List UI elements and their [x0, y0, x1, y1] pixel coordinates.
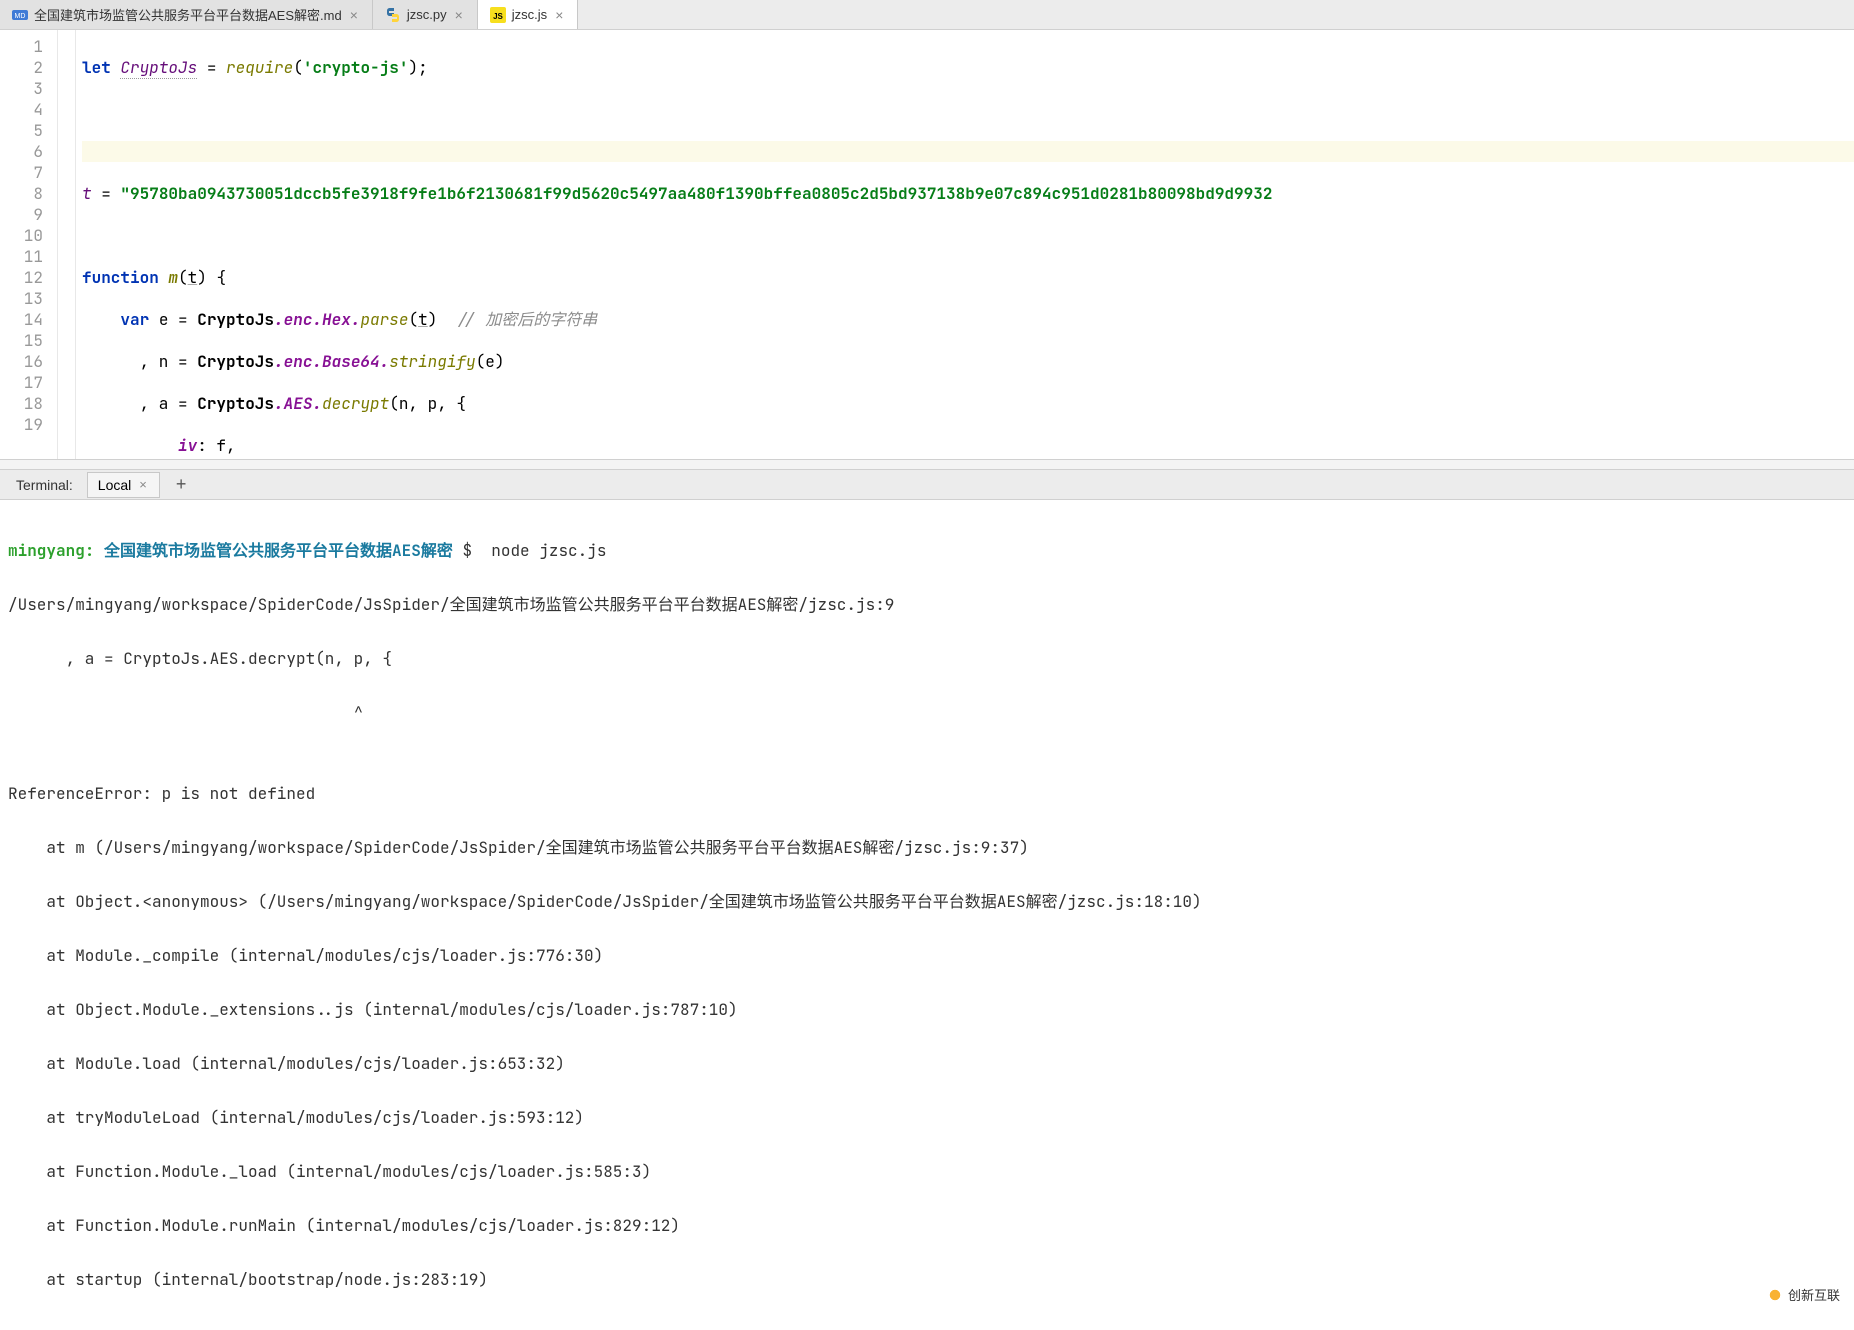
panel-divider[interactable]	[0, 460, 1854, 470]
python-file-icon	[385, 7, 401, 23]
javascript-file-icon: JS	[490, 7, 506, 23]
code-editor[interactable]: 1 2 3 4 5 6 7 8 9 10 11 12 13 14 15 16 1…	[0, 30, 1854, 460]
current-line	[82, 141, 1854, 162]
svg-text:MD: MD	[15, 13, 26, 20]
close-icon[interactable]: ×	[453, 7, 465, 23]
tab-label: jzsc.py	[407, 7, 447, 22]
editor-tab-bar: MD 全国建筑市场监管公共服务平台平台数据AES解密.md × jzsc.py …	[0, 0, 1854, 30]
tab-label: 全国建筑市场监管公共服务平台平台数据AES解密.md	[34, 5, 342, 24]
svg-text:JS: JS	[493, 12, 503, 21]
tab-python-file[interactable]: jzsc.py ×	[373, 0, 478, 29]
close-icon[interactable]: ×	[348, 7, 360, 23]
close-icon[interactable]: ×	[137, 477, 149, 492]
fold-gutter	[58, 30, 76, 459]
watermark-icon	[1766, 1286, 1784, 1304]
terminal-output[interactable]: mingyang: 全国建筑市场监管公共服务平台平台数据AES解密 $ node…	[0, 500, 1854, 1330]
tab-js-file[interactable]: JS jzsc.js ×	[478, 0, 579, 29]
watermark: 创新互联	[1766, 1285, 1840, 1304]
terminal-panel-label: Terminal:	[10, 473, 79, 497]
terminal-tab-bar: Terminal: Local × +	[0, 470, 1854, 500]
tab-label: jzsc.js	[512, 7, 547, 22]
code-content[interactable]: let CryptoJs = require('crypto-js'); t =…	[76, 30, 1854, 459]
terminal-session-tab[interactable]: Local ×	[87, 472, 160, 498]
markdown-file-icon: MD	[12, 7, 28, 23]
terminal-session-label: Local	[98, 477, 131, 493]
close-icon[interactable]: ×	[553, 7, 565, 23]
line-number-gutter: 1 2 3 4 5 6 7 8 9 10 11 12 13 14 15 16 1…	[0, 30, 58, 459]
tab-md-file[interactable]: MD 全国建筑市场监管公共服务平台平台数据AES解密.md ×	[0, 0, 373, 29]
add-terminal-button[interactable]: +	[168, 474, 195, 495]
